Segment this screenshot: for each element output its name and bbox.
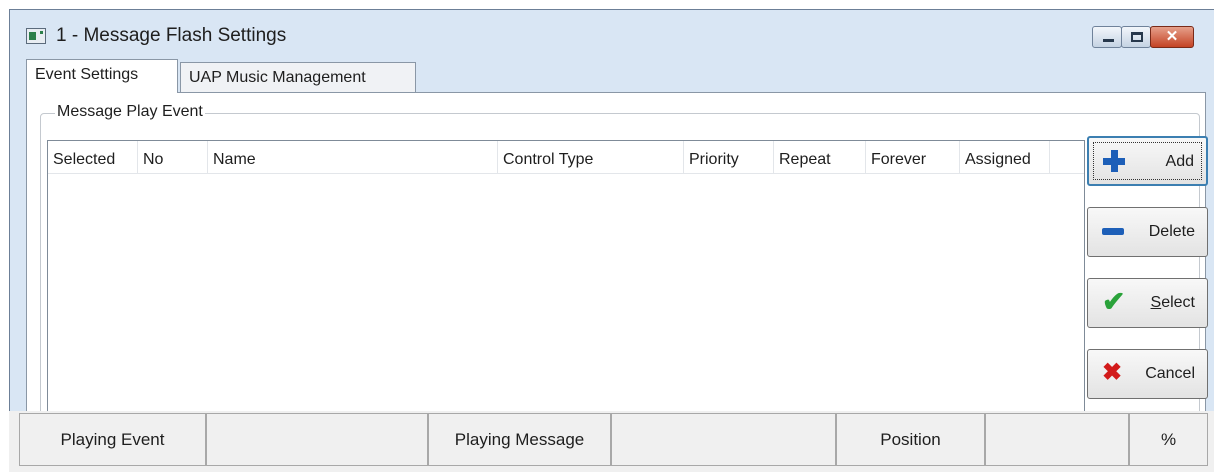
title-bar[interactable]: 1 - Message Flash Settings ✕ <box>10 10 1214 58</box>
column-header-name[interactable]: Name <box>208 141 498 173</box>
event-settings-panel: Message Play Event Selected No Name Cont… <box>26 92 1206 443</box>
add-button[interactable]: Add <box>1087 136 1208 186</box>
checkmark-icon: ✔ <box>1102 286 1126 317</box>
app-window-icon <box>26 28 46 44</box>
column-header-priority[interactable]: Priority <box>684 141 774 173</box>
close-icon: ✕ <box>1165 28 1179 45</box>
delete-label: Delete <box>1148 223 1195 240</box>
tab-event-settings[interactable]: Event Settings <box>26 59 178 93</box>
tab-uap-music-management[interactable]: UAP Music Management <box>180 62 416 92</box>
column-header-no[interactable]: No <box>138 141 208 173</box>
cancel-label: Cancel <box>1145 365 1195 382</box>
app-root: 1 - Message Flash Settings ✕ Event Setti… <box>0 0 1214 472</box>
group-label: Message Play Event <box>55 103 205 121</box>
maximize-icon <box>1122 27 1150 47</box>
window-title: 1 - Message Flash Settings <box>56 25 287 46</box>
cancel-button[interactable]: ✖ Cancel <box>1087 349 1208 399</box>
delete-button[interactable]: Delete <box>1087 207 1208 257</box>
tab-label: Event Settings <box>35 66 139 83</box>
add-label: Add <box>1165 153 1194 170</box>
close-button[interactable]: ✕ <box>1150 26 1194 48</box>
settings-window: 1 - Message Flash Settings ✕ Event Setti… <box>9 9 1214 472</box>
event-list[interactable]: Selected No Name Control Type Priority R… <box>47 140 1085 440</box>
column-header-forever[interactable]: Forever <box>866 141 960 173</box>
status-bar: Playing Event Playing Message Position % <box>9 411 1214 472</box>
status-position-label: Position <box>836 413 985 466</box>
list-header: Selected No Name Control Type Priority R… <box>48 141 1084 174</box>
column-header-selected[interactable]: Selected <box>48 141 138 173</box>
select-label: Select <box>1151 294 1195 312</box>
minimize-button[interactable] <box>1092 26 1122 48</box>
status-playing-message-label: Playing Message <box>428 413 611 466</box>
select-button[interactable]: ✔ Select <box>1087 278 1208 328</box>
column-header-repeat[interactable]: Repeat <box>774 141 866 173</box>
select-mnemonic: S <box>1150 294 1162 311</box>
status-playing-event-label: Playing Event <box>19 413 206 466</box>
minus-icon <box>1102 220 1124 242</box>
plus-icon <box>1103 150 1125 172</box>
status-percent: % <box>1129 413 1208 466</box>
status-playing-event-value <box>206 413 428 466</box>
tab-label: UAP Music Management <box>189 69 366 86</box>
minimize-icon <box>1093 27 1121 47</box>
cancel-x-icon: ✖ <box>1102 359 1123 386</box>
select-label-rest: elect <box>1161 294 1195 311</box>
status-playing-message-value <box>611 413 836 466</box>
column-header-control-type[interactable]: Control Type <box>498 141 684 173</box>
status-position-value <box>985 413 1129 466</box>
maximize-button[interactable] <box>1121 26 1151 48</box>
column-header-assigned[interactable]: Assigned <box>960 141 1050 173</box>
